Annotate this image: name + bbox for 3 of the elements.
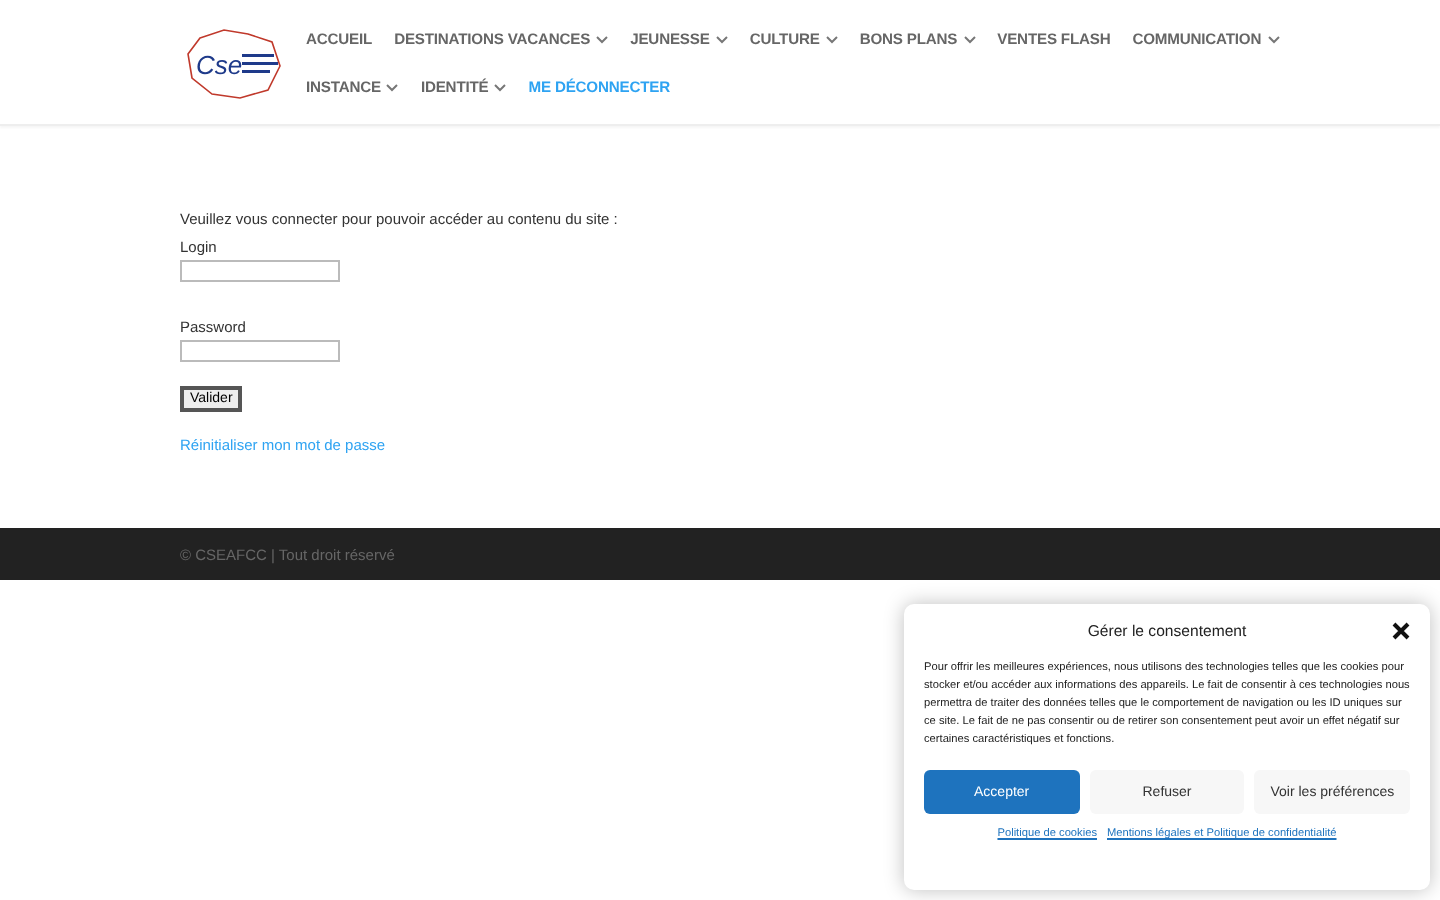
input-field[interactable] bbox=[180, 340, 340, 362]
close-icon[interactable] bbox=[1392, 622, 1410, 640]
input-field[interactable] bbox=[180, 260, 340, 282]
